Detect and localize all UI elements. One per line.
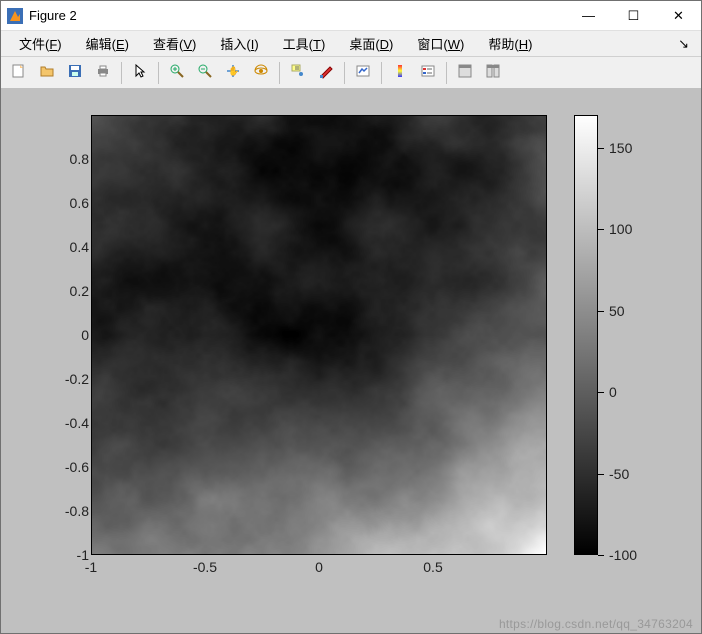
menubar: 文件(F)编辑(E)查看(V)插入(I)工具(T)桌面(D)窗口(W)帮助(H)…: [1, 31, 701, 57]
rotate-3d-button[interactable]: [248, 60, 274, 86]
y-tick-label: 0: [49, 327, 89, 343]
insert-colorbar-button[interactable]: [387, 60, 413, 86]
hide-tools-icon: [457, 63, 473, 82]
colorbar-tick: [598, 229, 604, 230]
new-figure-button[interactable]: [6, 60, 32, 86]
menu-i[interactable]: 插入(I): [208, 31, 270, 56]
open-file-icon: [39, 63, 55, 82]
window-title: Figure 2: [29, 8, 77, 23]
y-tick-label: -0.4: [49, 415, 89, 431]
watermark-text: https://blog.csdn.net/qq_34763204: [499, 617, 693, 631]
print-icon: [95, 63, 111, 82]
save-button[interactable]: [62, 60, 88, 86]
brush-button[interactable]: [313, 60, 339, 86]
data-cursor-button[interactable]: [285, 60, 311, 86]
colorbar-tick-label: -50: [609, 466, 629, 482]
close-button[interactable]: ✕: [656, 1, 701, 31]
y-tick-label: -0.6: [49, 459, 89, 475]
x-tick-label: -1: [85, 559, 97, 575]
menu-h[interactable]: 帮助(H): [476, 31, 544, 56]
colorbar-tick-label: 150: [609, 140, 632, 156]
y-tick-label: 0.2: [49, 283, 89, 299]
pointer-button[interactable]: [127, 60, 153, 86]
print-button[interactable]: [90, 60, 116, 86]
toolbar: ✋: [1, 57, 701, 89]
open-file-button[interactable]: [34, 60, 60, 86]
svg-text:✋: ✋: [228, 65, 239, 76]
insert-colorbar-icon: [392, 63, 408, 82]
colorbar-tick: [598, 148, 604, 149]
new-figure-icon: [11, 63, 27, 82]
y-tick-label: 0.8: [49, 151, 89, 167]
menu-v[interactable]: 查看(V): [141, 31, 208, 56]
y-tick-label: -1: [49, 547, 89, 563]
matlab-icon: [7, 8, 23, 24]
y-tick-label: 0.4: [49, 239, 89, 255]
save-icon: [67, 63, 83, 82]
zoom-out-icon: [197, 63, 213, 82]
colorbar-tick: [598, 392, 604, 393]
menu-d[interactable]: 桌面(D): [337, 31, 405, 56]
colorbar-tick-label: -100: [609, 547, 637, 563]
toolbar-separator: [344, 62, 345, 84]
dock-arrow-icon[interactable]: ↘: [672, 36, 695, 52]
rotate-3d-icon: [253, 63, 269, 82]
minimize-button[interactable]: —: [566, 1, 611, 31]
colorbar-tick: [598, 311, 604, 312]
toolbar-separator: [381, 62, 382, 84]
menu-f[interactable]: 文件(F): [7, 31, 74, 56]
insert-legend-icon: [420, 63, 436, 82]
pan-icon: ✋: [225, 63, 241, 82]
brush-icon: [318, 63, 334, 82]
colorbar-tick: [598, 474, 604, 475]
x-tick-label: 0.5: [423, 559, 442, 575]
show-tools-icon: [485, 63, 501, 82]
colorbar-tick: [598, 555, 604, 556]
figure-window: Figure 2 — ☐ ✕ 文件(F)编辑(E)查看(V)插入(I)工具(T)…: [0, 0, 702, 634]
hide-tools-button[interactable]: [452, 60, 478, 86]
menu-w[interactable]: 窗口(W): [405, 31, 476, 56]
zoom-out-button[interactable]: [192, 60, 218, 86]
toolbar-separator: [121, 62, 122, 84]
titlebar[interactable]: Figure 2 — ☐ ✕: [1, 1, 701, 31]
pointer-icon: [132, 63, 148, 82]
show-tools-button[interactable]: [480, 60, 506, 86]
zoom-in-icon: [169, 63, 185, 82]
x-tick-label: -0.5: [193, 559, 217, 575]
data-cursor-icon: [290, 63, 306, 82]
insert-legend-button[interactable]: [415, 60, 441, 86]
pan-button[interactable]: ✋: [220, 60, 246, 86]
figure-canvas[interactable]: https://blog.csdn.net/qq_34763204 0.8 0.6…: [1, 89, 701, 633]
x-tick-label: 0: [315, 559, 323, 575]
zoom-in-button[interactable]: [164, 60, 190, 86]
toolbar-separator: [158, 62, 159, 84]
link-data-button[interactable]: [350, 60, 376, 86]
colorbar-tick-label: 50: [609, 303, 625, 319]
menu-e[interactable]: 编辑(E): [74, 31, 141, 56]
link-data-icon: [355, 63, 371, 82]
heatmap-image: [92, 116, 546, 554]
toolbar-separator: [446, 62, 447, 84]
y-tick-label: -0.8: [49, 503, 89, 519]
toolbar-separator: [279, 62, 280, 84]
maximize-button[interactable]: ☐: [611, 1, 656, 31]
colorbar-tick-label: 100: [609, 221, 632, 237]
colorbar[interactable]: [574, 115, 598, 555]
y-tick-label: -0.2: [49, 371, 89, 387]
axes[interactable]: [91, 115, 547, 555]
y-tick-label: 0.6: [49, 195, 89, 211]
menu-t[interactable]: 工具(T): [271, 31, 338, 56]
colorbar-tick-label: 0: [609, 384, 617, 400]
